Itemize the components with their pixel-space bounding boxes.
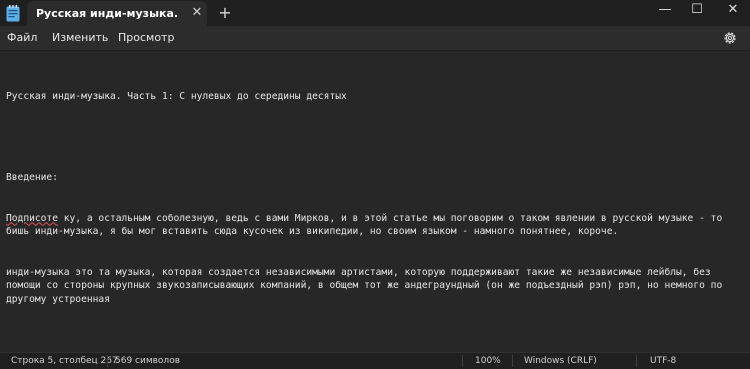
tab-close-icon[interactable]: ✕ — [189, 5, 205, 21]
divider — [107, 355, 108, 367]
divider — [512, 355, 513, 367]
encoding: UTF-8 — [650, 356, 677, 366]
divider — [636, 355, 637, 367]
document-line: Подписоте ку, а остальным соболезную, ве… — [6, 212, 744, 239]
divider — [462, 355, 463, 367]
notepad-icon — [6, 5, 20, 22]
menu-edit[interactable]: Изменить — [52, 31, 108, 44]
zoom-level[interactable]: 100% — [475, 356, 501, 366]
maximize-button[interactable]: ☐ — [680, 0, 714, 22]
minimize-button[interactable]: — — [648, 0, 682, 22]
document-text: Русская инди-музыка. Часть 1: С нулевых … — [6, 63, 744, 333]
document-line: Русская инди-музыка. Часть 1: С нулевых … — [6, 91, 347, 102]
menu-view[interactable]: Просмотр — [118, 31, 174, 44]
menu-file[interactable]: Файл — [7, 31, 37, 44]
misspelled-word[interactable]: Подписоте — [6, 213, 58, 224]
character-count: 569 символов — [115, 356, 180, 366]
line-ending: Windows (CRLF) — [524, 356, 597, 366]
status-bar: Строка 5, столбец 267 569 символов 100% … — [0, 352, 750, 369]
tab-title: Русская инди-музыка. Часть 1 С нулевых д… — [36, 7, 182, 20]
document-line: Введение: — [6, 172, 58, 183]
gear-icon[interactable] — [722, 30, 738, 46]
document-line: инди-музыка это та музыка, которая созда… — [6, 266, 728, 305]
line-text: ку, а остальным соболезную, ведь с вами … — [6, 212, 728, 238]
new-tab-button[interactable]: + — [216, 4, 234, 22]
document-line — [6, 131, 744, 145]
text-editor[interactable]: Русская инди-музыка. Часть 1: С нулевых … — [0, 50, 750, 353]
tab-document[interactable]: Русская инди-музыка. Часть 1 С нулевых д… — [27, 1, 207, 26]
menu-bar: Файл Изменить Просмотр — [0, 26, 750, 50]
cursor-position: Строка 5, столбец 267 — [11, 356, 118, 366]
close-window-button[interactable]: ✕ — [716, 0, 750, 22]
title-bar: Русская инди-музыка. Часть 1 С нулевых д… — [0, 0, 750, 26]
